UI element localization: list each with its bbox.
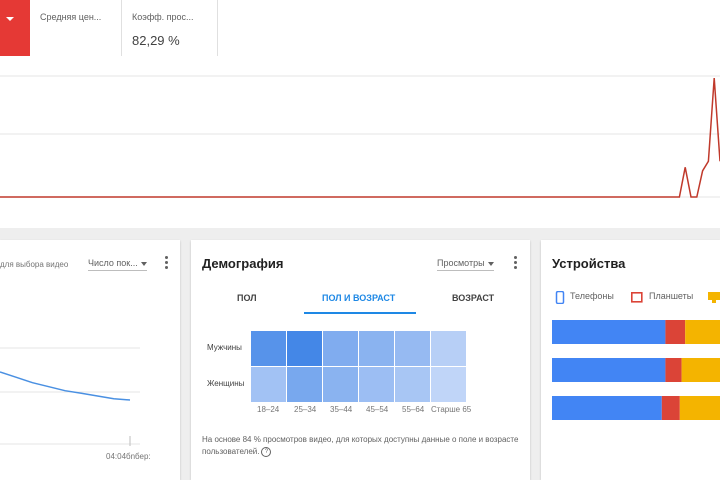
metric-tile-active[interactable]	[0, 0, 30, 56]
heatmap-cell	[395, 331, 430, 366]
demography-note: На основе 84 % просмотров видео, для кот…	[202, 434, 522, 458]
main-chart-svg	[0, 75, 720, 198]
heatmap-col-label: Старше 65	[431, 405, 472, 414]
heatmap-cell	[359, 367, 394, 402]
demography-card: Демография Просмотры ПОЛ ПОЛ И ВОЗРАСТ В…	[191, 240, 530, 480]
metric-label: Средняя цен...	[40, 12, 102, 22]
metric-select[interactable]: Число пок...	[88, 258, 147, 271]
heatmap-row-label: Женщины	[207, 379, 245, 388]
phone-icon	[555, 291, 565, 304]
series-line	[0, 77, 720, 198]
heatmap-cell	[359, 331, 394, 366]
bar-segment	[679, 396, 720, 420]
card-title: Устройства	[552, 256, 626, 271]
tablet-icon	[631, 292, 643, 303]
more-options-icon[interactable]	[165, 256, 168, 271]
metric-select-value: Просмотры	[437, 258, 485, 268]
bar-segment	[685, 320, 720, 344]
heatmap-col-label: 18–24	[257, 405, 280, 414]
heatmap-col-label: 45–54	[366, 405, 389, 414]
heatmap-col-label: 55–64	[402, 405, 425, 414]
devices-card: Устройства Телефоны Планшеты	[541, 240, 720, 480]
bar-segment	[681, 358, 720, 382]
heatmap-col-label: 35–44	[330, 405, 353, 414]
bar-segment	[661, 396, 680, 420]
metrics-strip: Средняя цен... Коэфф. прос... 82,29 %	[0, 0, 720, 56]
heatmap-cell	[395, 367, 430, 402]
metric-tile-avg-price[interactable]: Средняя цен...	[30, 0, 122, 56]
more-options-icon[interactable]	[514, 256, 517, 271]
x-axis-label: 04:04бnбер:	[106, 452, 151, 461]
bar-segment	[552, 396, 662, 420]
heatmap-cell	[323, 331, 358, 366]
metric-select[interactable]: Просмотры	[437, 258, 494, 271]
dropdown-arrow-icon	[6, 17, 14, 21]
bar-segment	[552, 358, 666, 382]
heatmap-cell	[251, 331, 286, 366]
active-tab-indicator	[304, 312, 416, 314]
tab-gender[interactable]: ПОЛ	[237, 293, 257, 303]
retention-chart	[0, 347, 140, 446]
heatmap-col-label: 25–34	[294, 405, 317, 414]
heatmap-cell	[287, 367, 322, 402]
dropdown-arrow-icon	[140, 261, 147, 266]
heatmap-cell	[251, 367, 286, 402]
metric-select-value: Число пок...	[88, 258, 138, 268]
heatmap-cell	[287, 331, 322, 366]
heatmap-cell	[431, 367, 466, 402]
age-gender-heatmap	[251, 331, 466, 402]
heatmap-cell	[431, 331, 466, 366]
devices-bar-chart	[552, 320, 720, 420]
tab-age[interactable]: ВОЗРАСТ	[452, 293, 494, 303]
note-text: На основе 84 % просмотров видео, для кот…	[202, 435, 519, 456]
bar-segment	[665, 358, 682, 382]
tab-gender-age[interactable]: ПОЛ И ВОЗРАСТ	[322, 293, 395, 303]
main-line-chart	[0, 56, 720, 228]
metric-label: Коэфф. прос...	[132, 12, 194, 22]
card-caption: для выбора видео	[0, 260, 69, 269]
metric-value: 82,29 %	[132, 33, 180, 48]
bar-segment	[552, 320, 666, 344]
dropdown-arrow-icon	[487, 261, 494, 266]
legend-label-tablets: Планшеты	[649, 291, 694, 301]
traffic-card: для выбора видео Число пок... 04:04бnбер…	[0, 240, 180, 480]
heatmap-cell	[323, 367, 358, 402]
card-title: Демография	[202, 256, 284, 271]
help-icon[interactable]: ?	[261, 446, 272, 457]
bar-segment	[665, 320, 686, 344]
legend-label-phones: Телефоны	[570, 291, 614, 301]
series-line	[0, 371, 131, 401]
computer-icon	[708, 292, 720, 303]
heatmap-row-label: Мужчины	[207, 343, 242, 352]
metric-tile-ctr[interactable]: Коэфф. прос... 82,29 %	[122, 0, 218, 56]
